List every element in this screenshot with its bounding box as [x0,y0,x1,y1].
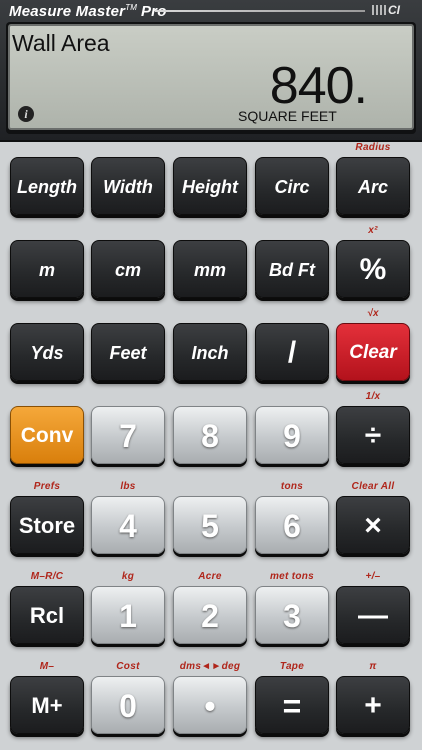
arc-button[interactable]: Arc [336,157,410,215]
brand-divider [155,10,365,12]
meters-button[interactable]: m [10,240,84,298]
minus-secondary-label: +/– [365,571,381,582]
feet-button[interactable]: Feet [91,323,165,381]
divide-button[interactable]: ÷ [336,406,410,464]
millimeters-button[interactable]: mm [173,240,247,298]
recall-secondary-label: M–R/C [30,571,64,582]
digit-0-secondary-label: Cost [116,661,140,672]
header-panel: Measure MasterTM Pro CI Wall Area 840. S… [0,0,422,142]
digit-3-button[interactable]: 3 [255,586,329,644]
trademark: TM [125,3,138,12]
digit-6-button[interactable]: 6 [255,496,329,554]
width-button[interactable]: Width [91,157,165,215]
equals-button[interactable]: = [255,676,329,734]
logo-text: CI [388,3,400,17]
memory-plus-secondary-label: M– [39,661,55,672]
multiply-secondary-label: Clear All [351,481,395,492]
divide-secondary-label: 1/x [365,391,381,402]
equals-secondary-label: Tape [279,661,305,672]
digit-2-secondary-label: Acre [198,571,222,582]
digit-1-button[interactable]: 1 [91,586,165,644]
clear-button[interactable]: Clear [336,323,410,381]
recall-button[interactable]: Rcl [10,586,84,644]
digit-6-secondary-label: tons [280,481,304,492]
circ-button[interactable]: Circ [255,157,329,215]
digit-8-button[interactable]: 8 [173,406,247,464]
logo-grid-icon [372,5,386,15]
memory-plus-button[interactable]: M+ [10,676,84,734]
length-button[interactable]: Length [10,157,84,215]
decimal-button[interactable]: • [173,676,247,734]
info-icon[interactable]: i [18,106,34,122]
digit-3-secondary-label: met tons [269,571,315,582]
display-unit: SQUARE FEET [238,108,337,124]
clear-secondary-label: √x [367,308,379,319]
digit-4-secondary-label: lbs [120,481,136,492]
decimal-secondary-label: dms◄►deg [179,661,241,672]
multiply-button[interactable]: × [336,496,410,554]
display-value: 840. [269,57,368,115]
centimeters-button[interactable]: cm [91,240,165,298]
digit-4-button[interactable]: 4 [91,496,165,554]
store-secondary-label: Prefs [33,481,61,492]
digit-5-button[interactable]: 5 [173,496,247,554]
app-brand: Measure MasterTM Pro [9,3,167,20]
digit-7-button[interactable]: 7 [91,406,165,464]
display-label: Wall Area [12,30,110,56]
minus-button[interactable]: — [336,586,410,644]
percent-secondary-label: x² [368,225,378,236]
store-button[interactable]: Store [10,496,84,554]
plus-button[interactable]: + [336,676,410,734]
digit-0-button[interactable]: 0 [91,676,165,734]
digit-9-button[interactable]: 9 [255,406,329,464]
digit-2-button[interactable]: 2 [173,586,247,644]
yards-button[interactable]: Yds [10,323,84,381]
board-feet-button[interactable]: Bd Ft [255,240,329,298]
fraction-button[interactable]: / [255,323,329,381]
digit-1-secondary-label: kg [121,571,135,582]
conv-button[interactable]: Conv [10,406,84,464]
ci-logo: CI [372,3,412,19]
height-button[interactable]: Height [173,157,247,215]
arc-secondary-label: Radius [355,142,391,153]
plus-secondary-label: π [369,661,377,672]
inch-button[interactable]: Inch [173,323,247,381]
percent-button[interactable]: % [336,240,410,298]
brand-name: Measure Master [9,3,126,20]
